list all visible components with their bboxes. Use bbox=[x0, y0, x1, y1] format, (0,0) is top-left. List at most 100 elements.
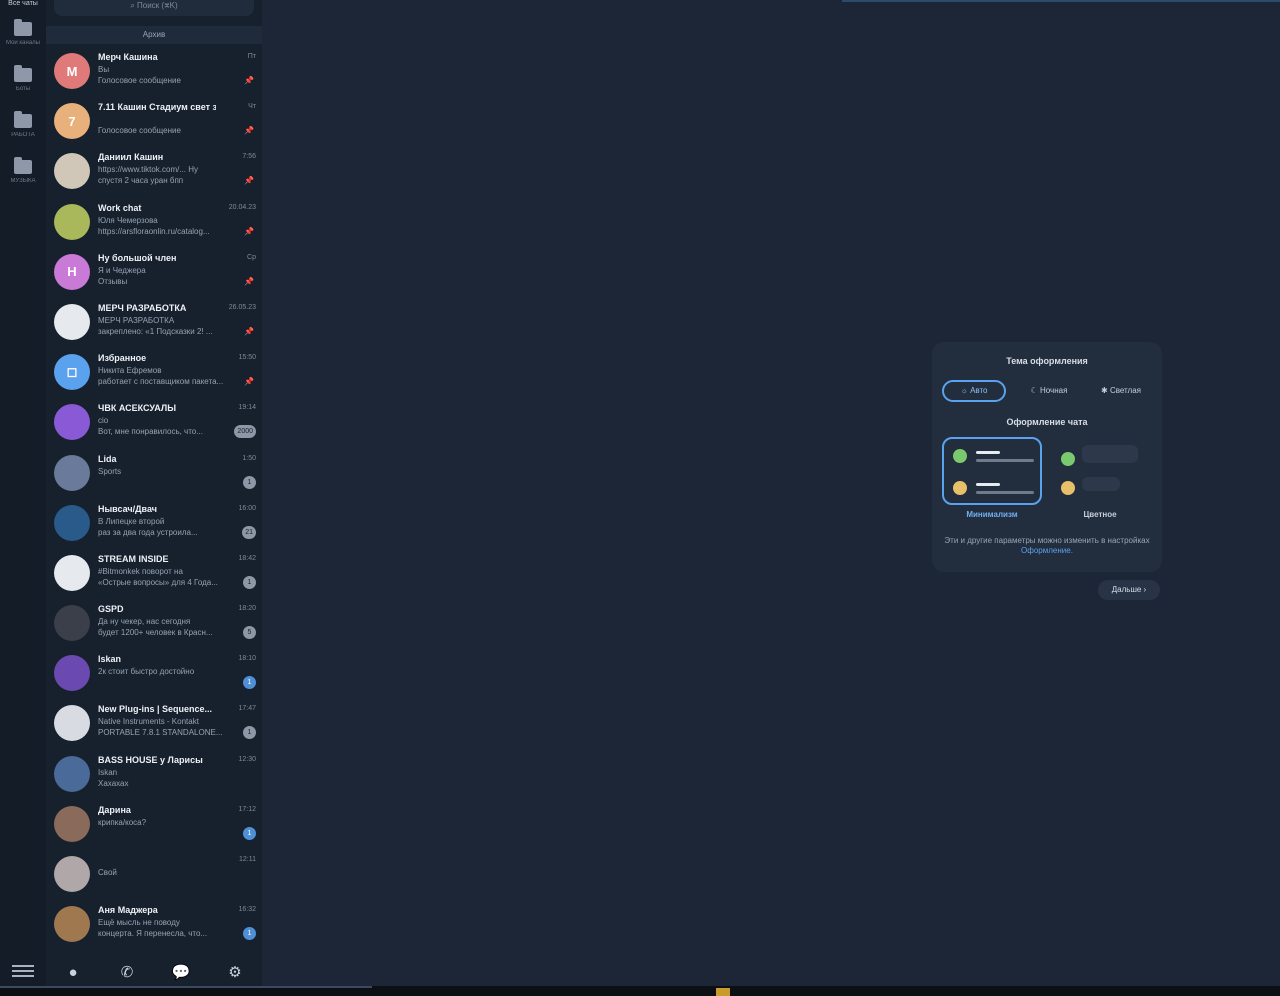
unread-badge: 2000 bbox=[234, 425, 256, 439]
folder-bots[interactable]: Боты bbox=[0, 65, 46, 92]
chat-row[interactable]: GSPD 18:20 Да ну чекер, нас сегодня будет … bbox=[46, 598, 262, 648]
archive-row[interactable]: Архив bbox=[46, 26, 262, 44]
chat-row[interactable]: STREAM INSIDE 18:42 #Bitmonkek поворот на … bbox=[46, 548, 262, 598]
folder-settings-icon[interactable] bbox=[12, 962, 34, 980]
chat-row[interactable]: Нывсач/Двач 16:00 В Липецке второй раз за … bbox=[46, 498, 262, 548]
chat-name: МЕРЧ РАЗРАБОТКА bbox=[98, 302, 187, 313]
chat-row[interactable]: 7 7.11 Кашин Стадиум свет за... Чт Голосов… bbox=[46, 96, 262, 146]
chat-list: М Мерч Кашина Пт Вы Голосовое сообщение 📌 7 7.… bbox=[46, 46, 262, 949]
folder-label: Мои каналы bbox=[6, 40, 40, 46]
chat-row[interactable]: Lida 1:50 Sports 1 bbox=[46, 448, 262, 498]
chat-row[interactable]: ЧВК АСЕКСУАЛЫ 19:14 cio Вот, мне понравило… bbox=[46, 397, 262, 447]
calls-icon[interactable]: ✆ bbox=[116, 961, 138, 983]
avatar-dot bbox=[1061, 452, 1075, 466]
chat-row[interactable]: Дарина 17:12 крипка/коса? 1 bbox=[46, 799, 262, 849]
chat-row[interactable]: Work chat 20.04.23 Юля Чемерзова https://a… bbox=[46, 197, 262, 247]
pin-icon: 📌 bbox=[244, 226, 254, 236]
theme-auto-button[interactable]: ☼ Авто bbox=[942, 380, 1006, 402]
pin-icon: 📌 bbox=[244, 126, 254, 136]
folder-icon bbox=[14, 157, 32, 174]
next-button[interactable]: Дальше › bbox=[1098, 580, 1160, 600]
search-field[interactable]: ⌕ Поиск (⌘K) bbox=[54, 0, 254, 16]
chat-time: Пт bbox=[247, 53, 256, 60]
chat-name: Iskan bbox=[98, 654, 122, 665]
chat-time: 16:32 bbox=[238, 906, 256, 914]
preview-line bbox=[976, 459, 1034, 462]
chat-preview: Голосовое сообщение bbox=[98, 126, 181, 136]
pin-icon: 📌 bbox=[244, 76, 254, 85]
style-minimal-card[interactable] bbox=[942, 437, 1042, 505]
pin-icon: 📌 bbox=[244, 276, 254, 286]
avatar: М bbox=[54, 53, 90, 89]
folder-label: МУЗЫКА bbox=[10, 178, 36, 184]
chat-row[interactable]: Н Ну большой член Ср Я и Чеджера Отзывы 📌 bbox=[46, 247, 262, 297]
avatar bbox=[54, 203, 90, 240]
chat-preview: Вы Голосовое сообщение bbox=[98, 65, 181, 85]
chat-name: ЧВК АСЕКСУАЛЫ bbox=[98, 403, 177, 414]
folder-music[interactable]: МУЗЫКА bbox=[0, 157, 46, 184]
chat-name: 7.11 Кашин Стадиум свет за... bbox=[98, 102, 216, 113]
chat-preview: крипка/коса? bbox=[98, 817, 147, 827]
chat-name: Даниил Кашин bbox=[98, 152, 164, 163]
settings-icon[interactable]: ⚙ bbox=[224, 961, 246, 983]
chat-name: GSPD bbox=[98, 604, 124, 615]
avatar: 7 bbox=[54, 103, 90, 140]
chat-preview: #Bitmonkek поворот на «Острые вопросы» д… bbox=[98, 566, 218, 587]
chat-name: STREAM INSIDE bbox=[98, 553, 169, 564]
avatar: Н bbox=[54, 253, 90, 290]
chat-row[interactable]: Аня Маджера 16:32 Ещё мысль не поводу конц… bbox=[46, 899, 262, 949]
chat-time: 18:42 bbox=[238, 554, 256, 562]
avatar: ◻ bbox=[54, 354, 90, 391]
chat-row[interactable]: 12:11 Свой bbox=[46, 849, 262, 899]
chat-row[interactable]: МЕРЧ РАЗРАБОТКА 26.05.23 МЕРЧ РАЗРАБОТКА з… bbox=[46, 297, 262, 347]
contacts-icon[interactable]: ● bbox=[62, 961, 84, 983]
chat-time: 16:00 bbox=[238, 504, 256, 512]
chat-name: Дарина bbox=[98, 804, 131, 815]
chat-preview: Свой bbox=[98, 868, 117, 877]
chat-row[interactable]: Iskan 18:10 2к стоит быстро достойно 1 bbox=[46, 648, 262, 698]
panel-note: Эти и другие параметры можно изменить в … bbox=[944, 536, 1150, 556]
theme-light-button[interactable]: ✱ Светлая bbox=[1088, 380, 1154, 402]
avatar bbox=[54, 153, 90, 190]
pin-icon: 📌 bbox=[244, 377, 254, 387]
appearance-link[interactable]: Оформление. bbox=[1021, 546, 1073, 555]
chat-name: Аня Маджера bbox=[98, 905, 158, 916]
sun-icon: ✱ bbox=[1101, 386, 1110, 395]
pin-icon: 📌 bbox=[244, 326, 254, 336]
panel-note-text: Эти и другие параметры можно изменить в … bbox=[944, 536, 1150, 545]
folder-rail: Все чаты Мои каналы Боты РАБОТА МУЗЫКА bbox=[0, 0, 46, 986]
theme-panel: Тема оформления ☼ Авто ☾ Ночная ✱ Светла… bbox=[932, 342, 1162, 572]
taskbar-strip bbox=[0, 986, 372, 988]
chat-time: 20.04.23 bbox=[228, 203, 256, 211]
chat-row[interactable]: BASS HOUSE у Ларисы 12:30 Iskan Хахахах bbox=[46, 749, 262, 799]
app-window: Все чаты Мои каналы Боты РАБОТА МУЗЫКА ⌕… bbox=[0, 0, 1280, 996]
theme-light-label: Светлая bbox=[1109, 386, 1141, 395]
chat-time: 18:10 bbox=[238, 655, 256, 663]
chat-name: Ну большой член bbox=[98, 252, 177, 263]
avatar bbox=[54, 605, 90, 642]
chat-preview: Ещё мысль не поводу концерта. Я перенесл… bbox=[98, 918, 208, 939]
theme-night-button[interactable]: ☾ Ночная bbox=[1016, 380, 1082, 402]
chat-time: 1:50 bbox=[242, 454, 256, 462]
unread-badge: 21 bbox=[242, 525, 256, 539]
chat-name: Lida bbox=[98, 453, 117, 464]
chat-row[interactable]: Даниил Кашин 7:56 https://www.tiktok.com/.… bbox=[46, 146, 262, 196]
chat-style-title: Оформление чата bbox=[1006, 417, 1088, 427]
chat-time: Чт bbox=[248, 103, 256, 111]
taskbar-app-icon[interactable] bbox=[716, 988, 730, 996]
avatar bbox=[54, 705, 90, 742]
chat-row[interactable]: М Мерч Кашина Пт Вы Голосовое сообщение 📌 bbox=[46, 46, 262, 96]
chat-time: 17:12 bbox=[238, 805, 256, 813]
folder-work[interactable]: РАБОТА bbox=[0, 111, 46, 138]
style-colored-card[interactable] bbox=[1052, 437, 1152, 505]
chat-row[interactable]: New Plug-ins | Sequence... 17:47 Native In… bbox=[46, 698, 262, 748]
chat-row[interactable]: ◻ Избранное 15:50 Никита Ефремов работает с… bbox=[46, 347, 262, 397]
chat-time: 7:56 bbox=[242, 153, 256, 161]
folder-my-channels[interactable]: Мои каналы bbox=[0, 19, 46, 46]
chat-time: 12:30 bbox=[238, 755, 256, 763]
chat-preview: Iskan Хахахах bbox=[98, 767, 129, 788]
folder-all-chats[interactable]: Все чаты bbox=[0, 0, 46, 7]
chat-name: Нывсач/Двач bbox=[98, 503, 157, 514]
preview-bubble bbox=[1082, 477, 1120, 491]
chats-icon[interactable]: 💬 bbox=[170, 961, 192, 983]
